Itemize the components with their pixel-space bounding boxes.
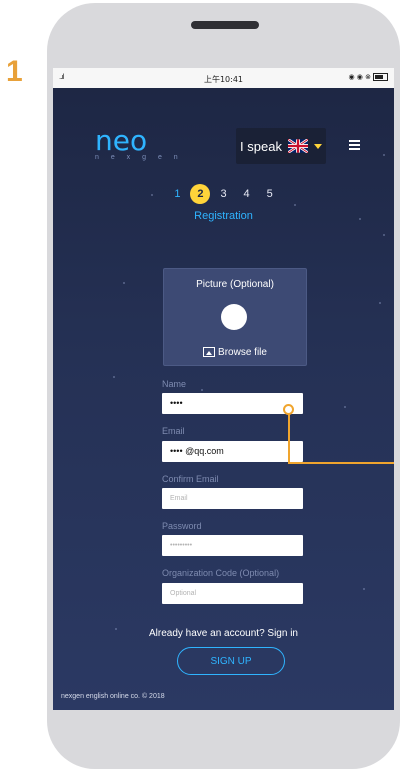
neo-logo[interactable]: neo n e x g e n	[95, 124, 183, 162]
battery-icon	[373, 73, 388, 81]
step-4: 4	[243, 188, 250, 200]
logo-subtitle: n e x g e n	[95, 154, 183, 161]
org-code-field[interactable]: Optional	[162, 583, 303, 604]
app-screen: ..ıl 上午10:41 ◉ ◉ ⊗ neo n e x g e n I spe…	[53, 68, 394, 710]
star-dot	[344, 406, 346, 408]
logo-name: neo	[95, 124, 148, 157]
password-label: Password	[162, 521, 202, 531]
step-1[interactable]: 1	[167, 184, 187, 204]
status-time: 上午10:41	[203, 75, 244, 84]
step-2[interactable]: 2	[190, 184, 211, 204]
email-field[interactable]: •••• @qq.com	[162, 441, 303, 462]
callout-line	[288, 413, 290, 463]
name-field[interactable]: ••••	[162, 393, 303, 414]
browse-file-button[interactable]: Browse file	[164, 347, 306, 358]
star-dot	[201, 389, 203, 391]
chevron-down-icon	[313, 143, 322, 149]
star-dot	[383, 154, 385, 156]
step-number: 1	[6, 55, 23, 88]
status-icons: ◉ ◉ ⊗	[348, 73, 388, 81]
confirm-email-label: Confirm Email	[162, 474, 219, 484]
browse-file-label: Browse file	[218, 347, 267, 358]
language-label: I speak	[240, 138, 282, 154]
picture-upload-card: Picture (Optional) Browse file	[163, 268, 307, 366]
phone-speaker	[191, 21, 259, 29]
status-misc-icons: ◉ ◉ ⊗	[348, 73, 371, 81]
uk-flag-icon	[287, 139, 308, 153]
email-label: Email	[162, 426, 185, 436]
signin-link[interactable]: Already have an account? Sign in	[53, 628, 394, 639]
star-dot	[123, 282, 125, 284]
sign-up-button[interactable]: SIGN UP	[177, 647, 285, 675]
language-selector[interactable]: I speak	[236, 128, 326, 164]
phone-frame: ..ıl 上午10:41 ◉ ◉ ⊗ neo n e x g e n I spe…	[47, 3, 400, 769]
star-dot	[294, 204, 296, 206]
image-icon	[203, 347, 216, 358]
star-dot	[379, 302, 381, 304]
footer-copyright: nexgen english online co. © 2018	[61, 693, 165, 700]
callout-line	[288, 462, 394, 464]
step-3: 3	[220, 188, 227, 200]
picture-title: Picture (Optional)	[196, 279, 274, 290]
step-5: 5	[266, 188, 273, 200]
step-indicator: 1 2 3 4 5	[53, 184, 394, 204]
password-field[interactable]: •••••••••	[162, 535, 303, 556]
star-dot	[363, 588, 365, 590]
org-code-label: Organization Code (Optional)	[162, 568, 280, 578]
menu-icon[interactable]	[349, 140, 360, 152]
step-label: Registration	[194, 210, 253, 222]
avatar-placeholder[interactable]	[221, 304, 247, 330]
star-dot	[113, 376, 115, 378]
confirm-email-field[interactable]: Email	[162, 488, 303, 509]
name-label: Name	[162, 379, 187, 389]
star-dot	[383, 234, 385, 236]
status-bar: ..ıl 上午10:41 ◉ ◉ ⊗	[53, 68, 394, 88]
